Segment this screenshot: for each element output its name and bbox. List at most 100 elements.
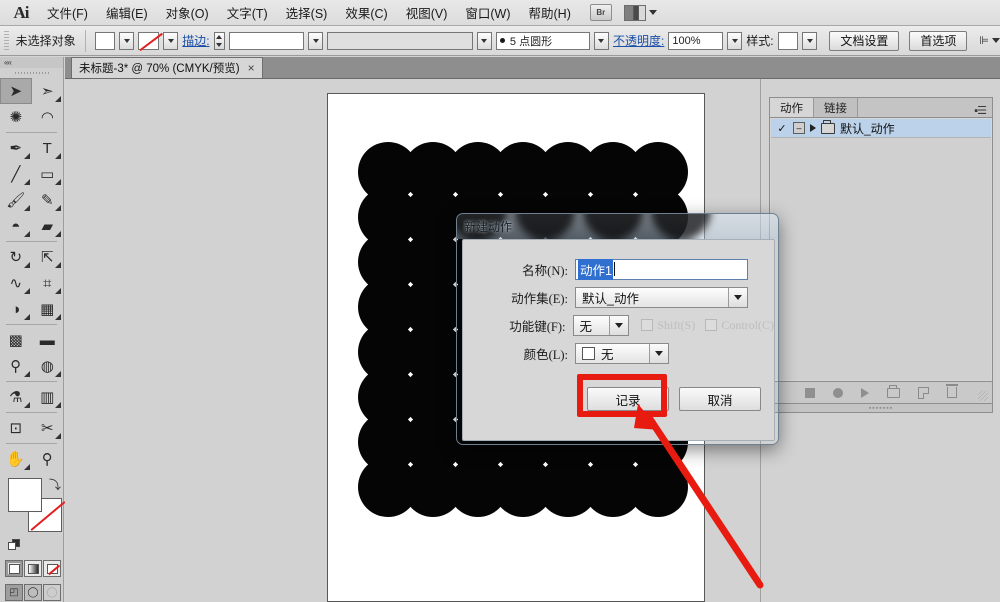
record-icon[interactable]	[833, 388, 843, 398]
panel-menu-icon[interactable]: ▪☰	[974, 104, 986, 117]
variable-width-profile-field[interactable]: 5 点圆形	[496, 32, 590, 50]
color-mode-button[interactable]	[5, 560, 23, 577]
menu-window[interactable]: 窗口(W)	[456, 0, 519, 26]
zoom-tool[interactable]: ⚲	[32, 446, 64, 472]
artboard-tool[interactable]: ⊡	[0, 415, 32, 441]
swap-fill-stroke-icon[interactable]: ⤵	[49, 476, 61, 493]
shape-builder-tool[interactable]: ◑	[0, 296, 32, 322]
pencil-tool[interactable]: ✎	[32, 187, 64, 213]
new-action-dialog[interactable]: 新建动作 名称(N): 动作1 动作集(E): 默认_动作	[456, 213, 779, 445]
toggle-dialog-icon[interactable]: –	[793, 122, 805, 134]
new-set-icon[interactable]	[887, 388, 900, 398]
cancel-button[interactable]: 取消	[679, 387, 761, 411]
play-icon[interactable]	[861, 388, 869, 398]
full-screen-menubar-button[interactable]: ◯	[24, 584, 42, 601]
column-graph-tool[interactable]: ▥	[32, 384, 64, 410]
actions-list[interactable]: ✓ – 默认_动作	[771, 119, 991, 380]
pen-tool[interactable]: ✒	[0, 135, 32, 161]
width-tool[interactable]: ∿	[0, 270, 32, 296]
chevron-down-icon[interactable]	[728, 288, 747, 307]
control-checkbox-box[interactable]	[705, 319, 717, 331]
tools-panel-grip[interactable]	[0, 68, 63, 78]
arrange-documents-icon[interactable]	[624, 5, 657, 21]
color-select[interactable]: 无	[575, 343, 669, 364]
full-screen-button[interactable]: ◯	[43, 584, 61, 601]
function-key-select[interactable]: 无	[573, 315, 630, 336]
default-fill-stroke-icon[interactable]	[8, 539, 21, 552]
menu-type[interactable]: 文字(T)	[218, 0, 277, 26]
symbol-sprayer-tool[interactable]: ⚗	[0, 384, 32, 410]
opacity-label[interactable]: 不透明度:	[613, 32, 664, 49]
gradient-tool[interactable]: ▬	[32, 327, 64, 353]
direct-selection-tool[interactable]: ➣	[32, 78, 64, 104]
menu-file[interactable]: 文件(F)	[38, 0, 97, 26]
preferences-button[interactable]: 首选项	[909, 31, 967, 51]
stop-icon[interactable]	[805, 388, 815, 398]
variable-width-profile-dropdown[interactable]	[594, 32, 609, 50]
bridge-icon[interactable]: Br	[590, 4, 612, 21]
list-item[interactable]: ✓ – 默认_动作	[771, 119, 991, 138]
menu-help[interactable]: 帮助(H)	[520, 0, 580, 26]
shift-checkbox-box[interactable]	[641, 319, 653, 331]
slice-tool[interactable]: ✂	[32, 415, 64, 441]
mesh-tool[interactable]: ▩	[0, 327, 32, 353]
eyedropper-tool[interactable]: ⚲	[0, 353, 32, 379]
stroke-label[interactable]: 描边:	[182, 32, 209, 49]
expand-arrow-icon[interactable]	[810, 124, 816, 132]
menu-effect[interactable]: 效果(C)	[336, 0, 396, 26]
stroke-weight-stepper[interactable]	[214, 32, 225, 50]
chevron-down-icon[interactable]	[649, 344, 668, 363]
lasso-tool[interactable]: ◠	[32, 104, 64, 130]
stroke-weight-dropdown[interactable]	[308, 32, 323, 50]
fill-dropdown[interactable]	[119, 32, 134, 50]
line-segment-tool[interactable]: ╱	[0, 161, 32, 187]
stroke-color-swatch[interactable]	[138, 32, 159, 50]
menu-edit[interactable]: 编辑(E)	[97, 0, 157, 26]
document-tab[interactable]: 未标题-3* @ 70% (CMYK/预览) ×	[71, 57, 263, 78]
align-options-icon[interactable]: ⊫	[979, 34, 1000, 47]
fill-swatch[interactable]	[8, 478, 42, 512]
magic-wand-tool[interactable]: ✺	[0, 104, 32, 130]
stroke-weight-field[interactable]	[229, 32, 304, 50]
record-button[interactable]: 记录	[587, 387, 669, 411]
name-field[interactable]: 动作1	[575, 259, 748, 280]
rotate-tool[interactable]: ↻	[0, 244, 32, 270]
tab-actions[interactable]: 动作	[770, 98, 814, 117]
tab-links[interactable]: 链接	[814, 98, 858, 117]
fill-color-swatch[interactable]	[95, 32, 116, 50]
document-setup-button[interactable]: 文档设置	[829, 31, 899, 51]
collapse-icon[interactable]: ««	[4, 58, 11, 67]
paintbrush-tool[interactable]: 🖌	[0, 187, 32, 213]
normal-screen-mode-button[interactable]: ◰	[5, 584, 23, 601]
blob-brush-tool[interactable]: ◓	[0, 213, 32, 239]
type-tool[interactable]: T	[32, 135, 64, 161]
panel-drag-handle[interactable]: ▪▪▪▪▪▪▪	[769, 404, 993, 413]
opacity-field[interactable]: 100%	[668, 32, 723, 50]
delete-icon[interactable]	[947, 387, 957, 398]
action-set-select[interactable]: 默认_动作	[575, 287, 748, 308]
menu-view[interactable]: 视图(V)	[397, 0, 457, 26]
gradient-mode-button[interactable]	[24, 560, 42, 577]
close-icon[interactable]: ×	[248, 61, 255, 75]
blend-tool[interactable]: ◍	[32, 353, 64, 379]
menu-select[interactable]: 选择(S)	[277, 0, 337, 26]
control-checkbox[interactable]: Control(C)	[705, 318, 774, 333]
menu-object[interactable]: 对象(O)	[157, 0, 218, 26]
opacity-dropdown[interactable]	[727, 32, 742, 50]
free-transform-tool[interactable]: ⌗	[32, 270, 64, 296]
toggle-item-check[interactable]: ✓	[776, 122, 788, 135]
panel-resizer[interactable]	[978, 391, 988, 401]
brush-definition-dropdown[interactable]	[477, 32, 492, 50]
perspective-grid-tool[interactable]: ▦	[32, 296, 64, 322]
brush-definition-field[interactable]	[327, 32, 472, 50]
hand-tool[interactable]: ✋	[0, 446, 32, 472]
circle-shape[interactable]	[628, 457, 688, 517]
eraser-tool[interactable]: ▰	[32, 213, 64, 239]
tools-panel-header[interactable]: ««	[0, 57, 63, 68]
none-mode-button[interactable]	[43, 560, 61, 577]
rectangle-tool[interactable]: ▭	[32, 161, 64, 187]
graphic-style-swatch[interactable]	[778, 32, 799, 50]
stroke-dropdown[interactable]	[163, 32, 178, 50]
new-action-icon[interactable]	[918, 387, 929, 399]
shift-checkbox[interactable]: Shift(S)	[641, 318, 695, 333]
